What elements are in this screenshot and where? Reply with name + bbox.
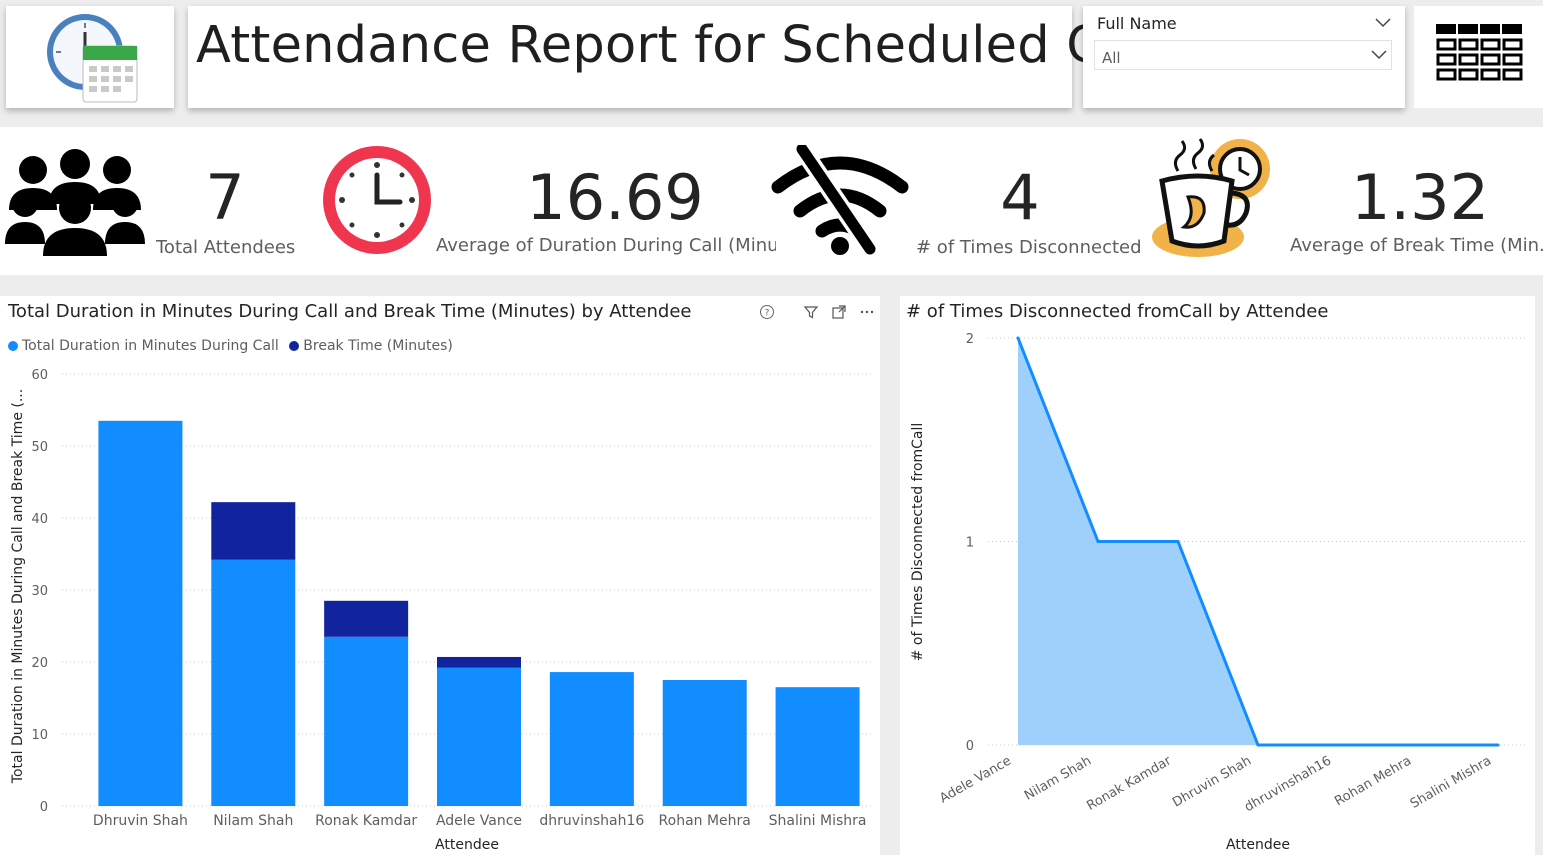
people-group-icon [5, 149, 145, 256]
bar-chart-plot: 0 10 20 30 40 50 60 Dhruvin Shah Nilam Shah Ronak… [10, 368, 872, 853]
area-chart-plot: 012Adele Vance Nilam ShahRonak KamdarDhru… [910, 332, 1528, 853]
x-tick-label: dhruvinshah16 [1242, 753, 1334, 815]
area-point[interactable] [1096, 540, 1100, 543]
bar-duration[interactable] [324, 636, 409, 806]
slicer-label: Full Name [1097, 14, 1177, 33]
y-tick-label: 60 [31, 368, 48, 383]
x-tick-label: Adele Vance [937, 753, 1014, 806]
x-tick-label: Ronak Kamdar [1084, 753, 1174, 814]
bar-duration[interactable] [98, 420, 183, 806]
area-point[interactable] [1016, 336, 1020, 340]
x-tick-label: Shalini Mishra [769, 813, 867, 829]
clock-calendar-icon [47, 14, 138, 103]
no-wifi-icon [771, 145, 909, 255]
slicer-value: All [1102, 49, 1121, 67]
kpi-strip: 7 Total Attendees 16.69 Average of Durat… [0, 127, 1543, 275]
x-tick-label: Shalini Mishra [1408, 753, 1494, 811]
kpi-avg-duration-value: 16.69 [526, 161, 704, 234]
kpi-disconnected-value: 4 [1000, 161, 1040, 234]
table-grid-icon[interactable] [1436, 24, 1526, 88]
title-card: Attendance Report for Scheduled Call [188, 6, 1162, 108]
logo-card [6, 6, 174, 108]
y-axis-title: Total Duration in Minutes During Call an… [10, 389, 26, 784]
y-axis-title: # of Times Disconnected fromCall [910, 423, 926, 662]
bar-duration[interactable] [662, 680, 747, 806]
bar-duration[interactable] [211, 559, 296, 806]
y-tick-label: 0 [966, 739, 974, 754]
x-axis-title: Attendee [435, 837, 499, 853]
y-tick-label: 2 [966, 332, 974, 347]
slicer-dropdown[interactable]: All [1094, 40, 1392, 70]
kpi-avg-duration-label: Average of Duration During Call (Minut. [436, 235, 776, 256]
bar-chart-card[interactable]: Total Duration in Minutes During Call an… [0, 296, 880, 855]
x-tick-label: Nilam Shah [1022, 753, 1094, 803]
kpi-disconnected-label: # of Times Disconnected [916, 237, 1142, 258]
bar-duration[interactable] [775, 687, 860, 806]
full-name-slicer[interactable]: Full Name All [1083, 6, 1405, 108]
y-tick-label: 20 [31, 656, 48, 671]
kpi-total-attendees-label: Total Attendees [156, 237, 296, 258]
x-tick-label: Ronak Kamdar [315, 813, 417, 829]
area-point[interactable] [1416, 743, 1420, 747]
menu-card[interactable] [1414, 6, 1543, 108]
area-point[interactable] [1176, 540, 1180, 543]
chevron-down-icon[interactable] [1375, 18, 1391, 28]
bar-break[interactable] [324, 600, 409, 637]
page-title: Attendance Report for Scheduled Call [196, 16, 1163, 75]
coffee-break-icon [1152, 138, 1270, 257]
bar-duration[interactable] [437, 667, 521, 806]
y-tick-label: 30 [31, 584, 48, 599]
x-tick-label: Dhruvin Shah [93, 813, 188, 829]
bar-break[interactable] [211, 502, 296, 560]
kpi-avg-break-value: 1.32 [1350, 161, 1490, 234]
y-tick-label: 40 [31, 512, 48, 527]
clock-icon [323, 146, 431, 254]
x-tick-label: Nilam Shah [213, 813, 293, 829]
kpi-avg-break-label: Average of Break Time (Min... [1290, 235, 1543, 256]
x-tick-label: Rohan Mehra [659, 813, 751, 829]
x-axis-title: Attendee [1226, 837, 1290, 853]
y-tick-label: 50 [31, 440, 48, 455]
kpi-total-attendees-value: 7 [205, 161, 245, 234]
bar-break[interactable] [437, 656, 521, 668]
y-tick-label: 0 [40, 800, 48, 815]
x-tick-label: Rohan Mehra [1332, 753, 1414, 809]
x-tick-label: dhruvinshah16 [539, 813, 644, 829]
bar-duration[interactable] [549, 672, 634, 806]
chevron-down-icon [1371, 50, 1387, 60]
area-chart-card[interactable]: # of Times Disconnected fromCall by Atte… [900, 296, 1535, 855]
y-tick-label: 10 [31, 728, 48, 743]
area-fill [1018, 338, 1498, 745]
y-tick-label: 1 [966, 536, 974, 551]
area-point[interactable] [1256, 743, 1260, 747]
area-point[interactable] [1336, 743, 1340, 747]
area-point[interactable] [1496, 743, 1500, 747]
x-tick-label: Adele Vance [436, 813, 522, 829]
